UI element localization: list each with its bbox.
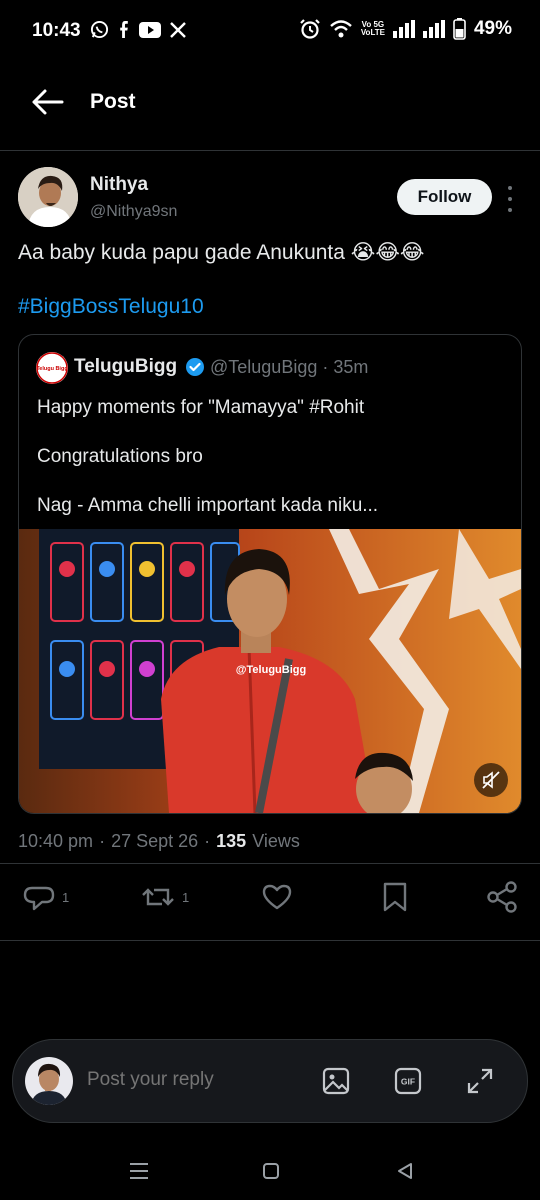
alarm-icon — [300, 19, 320, 39]
status-app-icons — [90, 20, 187, 39]
follow-button[interactable]: Follow — [397, 179, 492, 215]
repost-count: 1 — [182, 889, 190, 905]
reply-count: 1 — [62, 889, 70, 905]
status-system-icons: Vo 5G VoLTE 49% — [299, 18, 512, 40]
add-gif-button[interactable]: GIF — [391, 1064, 425, 1098]
tweet-text: Aa baby kuda papu gade Anukunta 😭😂😂 — [18, 241, 425, 264]
battery-percent: 49% — [473, 18, 512, 39]
volume-muted-icon — [482, 771, 500, 789]
quoted-text-line: Nag - Amma chelli important kada niku... — [37, 495, 379, 516]
signal-icon — [392, 20, 415, 38]
quoted-author-handle: @TeluguBigg · 35m — [210, 357, 369, 377]
gif-icon: GIF — [394, 1067, 422, 1095]
actions-divider — [0, 940, 540, 941]
youtube-icon — [139, 21, 161, 38]
repost-icon — [142, 888, 174, 906]
bookmark-icon — [383, 882, 407, 912]
wifi-icon — [330, 20, 352, 38]
quoted-author-avatar[interactable]: Telugu Bigg — [36, 352, 68, 384]
author-handle[interactable]: @Nithya9sn — [90, 203, 177, 221]
meta-separator: · — [204, 831, 211, 851]
quoted-text-line: Congratulations bro — [37, 446, 203, 467]
reply-composer: GIF — [12, 1039, 528, 1123]
add-image-button[interactable] — [319, 1064, 353, 1098]
bookmark-button[interactable] — [380, 880, 410, 914]
x-icon — [170, 21, 186, 38]
post-date: 27 Sept 26 — [111, 831, 199, 851]
home-square-icon — [263, 1163, 279, 1179]
views-count[interactable]: 135 — [216, 831, 246, 852]
system-nav-bar — [0, 1140, 540, 1200]
recent-apps-button[interactable] — [124, 1156, 154, 1186]
system-back-button[interactable] — [390, 1156, 420, 1186]
page-title: Post — [90, 90, 136, 113]
back-triangle-icon — [398, 1163, 412, 1179]
more-options-icon[interactable] — [503, 186, 517, 212]
media-watermark: @TeluguBigg — [236, 664, 306, 676]
signal-icon — [422, 20, 445, 38]
quoted-avatar-text: Telugu Bigg — [36, 366, 67, 372]
network-type-label: Vo 5G VoLTE — [360, 20, 385, 37]
current-user-avatar[interactable] — [25, 1057, 73, 1105]
share-button[interactable] — [486, 880, 518, 914]
status-bar: 10:43 Vo 5G VoLTE 49% — [0, 0, 540, 64]
expand-composer-button[interactable] — [463, 1064, 497, 1098]
views-label: Views — [252, 831, 300, 851]
quoted-post[interactable]: Telugu Bigg TeluguBigg @TeluguBigg · 35m… — [18, 334, 522, 814]
menu-lines-icon — [130, 1163, 148, 1179]
reply-input[interactable] — [85, 1068, 289, 1092]
reply-button[interactable]: 1 — [22, 880, 69, 914]
header-divider — [0, 150, 540, 151]
quoted-media-video[interactable]: @TeluguBigg — [19, 529, 521, 813]
heart-icon — [262, 884, 292, 910]
meta-divider — [0, 863, 540, 864]
tweet-hashtag[interactable]: #BiggBossTelugu10 — [18, 295, 204, 319]
quoted-author-name[interactable]: TeluguBigg — [74, 356, 177, 378]
repost-button[interactable]: 1 — [140, 880, 189, 914]
author-avatar[interactable] — [18, 167, 78, 227]
like-button[interactable] — [260, 880, 294, 914]
header: Post — [0, 70, 540, 132]
back-arrow-icon[interactable] — [30, 88, 64, 116]
share-icon — [487, 881, 517, 913]
post-action-bar: 1 1 — [0, 880, 540, 920]
expand-icon — [467, 1068, 493, 1094]
quoted-text-line: Happy moments for "Mamayya" #Rohit — [37, 397, 365, 418]
whatsapp-icon — [90, 20, 109, 39]
status-time: 10:43 — [32, 20, 81, 41]
home-button[interactable] — [256, 1156, 286, 1186]
gif-label: GIF — [401, 1077, 415, 1087]
author-name[interactable]: Nithya — [90, 174, 148, 196]
meta-separator: · — [99, 831, 106, 851]
battery-icon — [453, 18, 466, 40]
post-time: 10:40 pm — [18, 831, 94, 851]
image-icon — [322, 1067, 350, 1095]
reply-icon — [23, 886, 55, 911]
facebook-icon — [120, 20, 128, 39]
mute-toggle-button[interactable] — [474, 763, 508, 797]
post-meta: 10:40 pm · 27 Sept 26 · 135 Views — [18, 831, 300, 852]
verified-badge-icon — [186, 358, 204, 376]
